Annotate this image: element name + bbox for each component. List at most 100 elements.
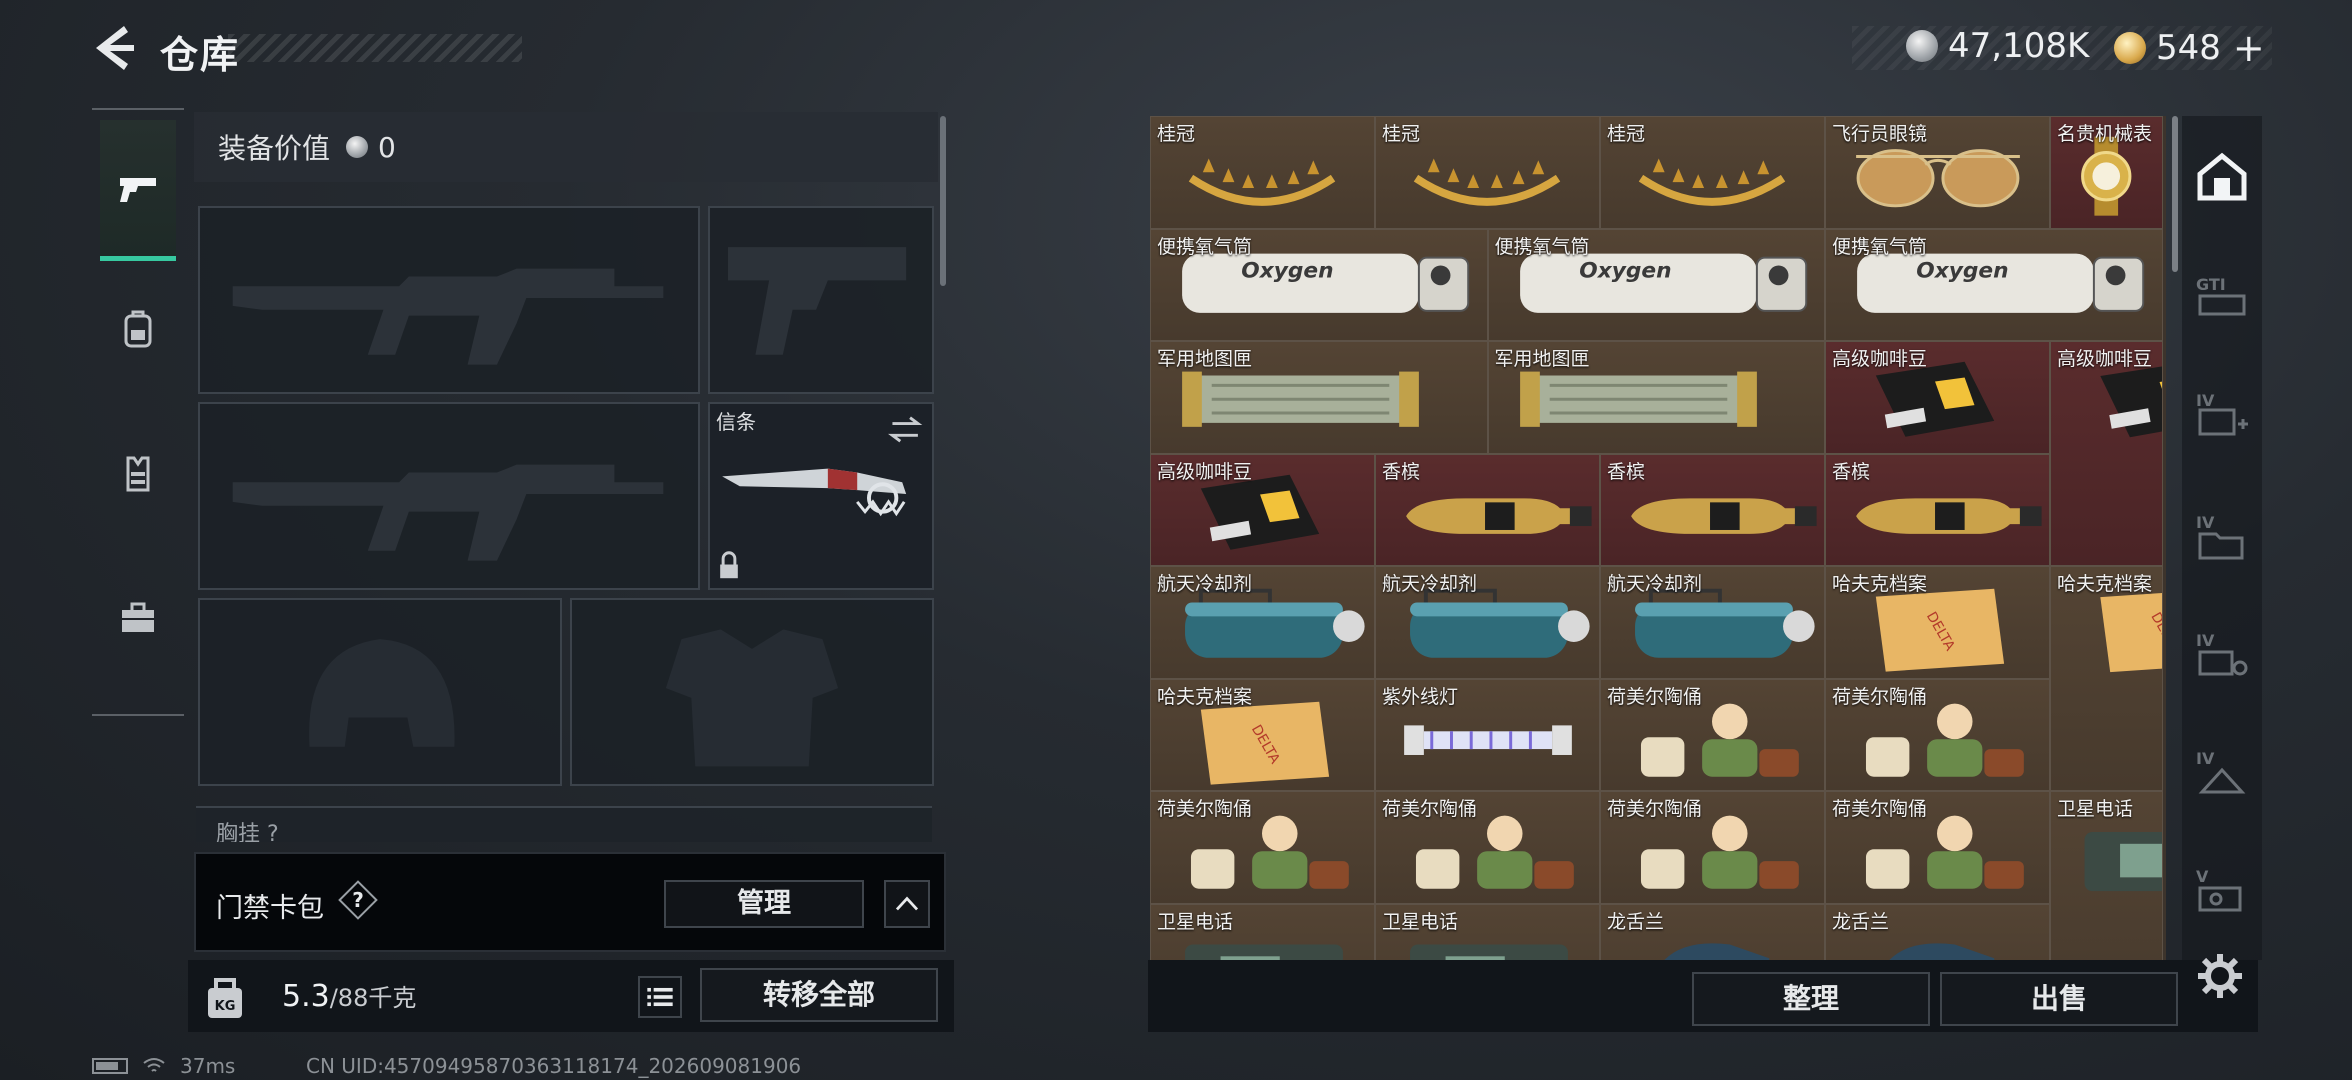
sidearm-slot[interactable] (708, 206, 934, 394)
stash-item[interactable]: 紫外线灯 (1375, 678, 1600, 791)
primary-weapon-slot[interactable] (198, 206, 700, 394)
tab-weapons[interactable] (100, 120, 176, 261)
stash-item[interactable]: DELTA哈夫克档案 (2050, 566, 2163, 791)
stash-page-tabs: GTI IV IV IV IV V (2182, 116, 2262, 960)
stash-item[interactable]: 高级咖啡豆 (2050, 341, 2163, 566)
stash-item[interactable]: 航天冷却剂 (1600, 566, 1825, 679)
stash-item[interactable]: 荷美尔陶俑 (1150, 791, 1375, 904)
melee-slot[interactable]: 信条 (708, 402, 934, 590)
tab-backpack[interactable] (100, 262, 176, 398)
armor-slot[interactable] (570, 598, 934, 786)
stash-item[interactable]: Oxygen 便携氧气筒 (1150, 228, 1488, 341)
stash-item[interactable]: 桂冠 (1600, 116, 1825, 229)
silver-coin-icon (346, 136, 369, 158)
help-icon[interactable]: ? (338, 880, 378, 920)
armor-silhouette-icon (665, 629, 839, 767)
stash-item-name: 便携氧气筒 (1494, 235, 1590, 258)
stash-item-name: 香槟 (1607, 460, 1646, 483)
stash-item[interactable]: 龙舌兰 (1825, 903, 2050, 960)
collapse-button[interactable] (884, 880, 930, 928)
stash-item[interactable]: 龙舌兰 (1600, 903, 1825, 960)
tab-stash-v[interactable]: V (2192, 860, 2252, 920)
stash-actions: 整理 出售 (1148, 960, 2258, 1032)
stash-item[interactable]: 军用地图匣 (1487, 341, 1825, 454)
stash-item[interactable]: 桂冠 (1375, 116, 1600, 229)
stash-item[interactable]: 卫星电话 (1150, 903, 1375, 960)
stash-item-name: 卫星电话 (1382, 910, 1459, 933)
stash-item-name: 龙舌兰 (1607, 910, 1665, 933)
tab-stash-iv-4[interactable]: IV (2192, 742, 2252, 802)
manage-button[interactable]: 管理 (664, 880, 864, 928)
stash-item-name: 卫星电话 (1157, 910, 1234, 933)
stash-item[interactable]: 香槟 (1375, 453, 1600, 566)
svg-text:IV: IV (2196, 391, 2215, 410)
chest-rig-label: 胸挂 ? (216, 822, 279, 842)
stash-item[interactable]: 飞行员眼镜 (1825, 116, 2050, 229)
tab-toolbox[interactable] (100, 550, 176, 686)
equipment-scrollbar[interactable] (940, 116, 946, 286)
tab-main-stash[interactable] (2192, 146, 2252, 206)
stash-item[interactable]: 香槟 (1600, 453, 1825, 566)
help-glyph: ? (352, 888, 364, 912)
stash-item[interactable]: 荷美尔陶俑 (1825, 791, 2050, 904)
weight-capacity: /88千克 (329, 984, 417, 1012)
sell-button[interactable]: 出售 (1940, 972, 2178, 1026)
chest-rig-slot[interactable]: 胸挂 ? (196, 806, 932, 842)
equipment-value-header: 装备价值 0 (194, 112, 938, 182)
stash-item-name: 香槟 (1832, 460, 1871, 483)
helmet-slot[interactable] (198, 598, 562, 786)
stash-item[interactable]: 卫星电话 (2050, 791, 2163, 960)
transfer-all-button[interactable]: 转移全部 (700, 968, 938, 1022)
stash-item[interactable]: 航天冷却剂 (1150, 566, 1375, 679)
lock-icon (720, 551, 738, 579)
list-view-button[interactable] (638, 976, 682, 1018)
chevron-up-icon (895, 896, 919, 911)
gold-currency[interactable]: 548 + (2114, 26, 2265, 70)
tier-iv-add-icon: IV (2196, 391, 2248, 436)
keycard-pack-bar: 门禁卡包 ? 管理 (194, 852, 946, 952)
stash-item[interactable]: 高级咖啡豆 (1825, 341, 2050, 454)
settings-button[interactable] (2196, 952, 2244, 1000)
add-currency-button[interactable]: + (2233, 26, 2265, 70)
vest-icon (126, 456, 150, 492)
stash-item-name: 航天冷却剂 (1382, 573, 1478, 595)
tab-stash-gt[interactable]: GTI (2192, 266, 2252, 326)
stash-item[interactable]: 军用地图匣 (1150, 341, 1488, 454)
stash-item[interactable]: 卫星电话 (1375, 903, 1600, 960)
stash-item[interactable]: Oxygen 便携氧气筒 (1487, 228, 1825, 341)
stash-grid: 桂冠 桂冠 桂冠 飞行员眼镜 名贵机械表 Oxygen 便携氧气筒 Oxygen 便携氧气筒 Ox… (1150, 116, 2166, 960)
stash-item-name: 飞行员眼镜 (1832, 123, 1928, 145)
tab-stash-iv-1[interactable]: IV (2192, 384, 2252, 444)
stash-item[interactable]: 荷美尔陶俑 (1600, 678, 1825, 791)
tier-iv-box-icon: IV (2196, 749, 2246, 794)
stash-scrollbar[interactable] (2172, 116, 2178, 272)
svg-text:KG: KG (215, 999, 236, 1014)
stash-item[interactable]: 名贵机械表 (2050, 116, 2163, 229)
stash-item-name: 桂冠 (1607, 123, 1646, 145)
back-button[interactable] (92, 24, 136, 72)
backpack-icon (124, 310, 152, 348)
stash-item[interactable]: 荷美尔陶俑 (1600, 791, 1825, 904)
stash-item[interactable]: 荷美尔陶俑 (1825, 678, 2050, 791)
equipment-value: 0 (378, 130, 396, 164)
secondary-weapon-slot[interactable] (198, 402, 700, 590)
stash-item[interactable]: 航天冷却剂 (1375, 566, 1600, 679)
stash-item[interactable]: DELTA哈夫克档案 (1825, 566, 2050, 679)
equipment-category-tabs (92, 108, 184, 716)
stash-item[interactable]: 高级咖啡豆 (1150, 453, 1375, 566)
stash-item[interactable]: DELTA哈夫克档案 (1150, 678, 1375, 791)
stash-item[interactable]: 香槟 (1825, 453, 2050, 566)
tab-vest[interactable] (100, 406, 176, 542)
stash-item-name: 航天冷却剂 (1157, 573, 1253, 595)
stash-item-name: 军用地图匣 (1494, 348, 1590, 370)
stash-item-name: 紫外线灯 (1382, 685, 1459, 708)
stash-item[interactable]: 荷美尔陶俑 (1375, 791, 1600, 904)
svg-text:Oxygen: Oxygen (1916, 258, 2008, 283)
sort-button[interactable]: 整理 (1692, 972, 1930, 1026)
gear-icon (2198, 954, 2242, 998)
tab-stash-iv-2[interactable]: IV (2192, 506, 2252, 566)
stash-item-name: 荷美尔陶俑 (1832, 685, 1928, 708)
stash-item[interactable]: 桂冠 (1150, 116, 1375, 229)
tab-stash-iv-3[interactable]: IV (2192, 624, 2252, 684)
stash-item[interactable]: Oxygen 便携氧气筒 (1825, 228, 2163, 341)
